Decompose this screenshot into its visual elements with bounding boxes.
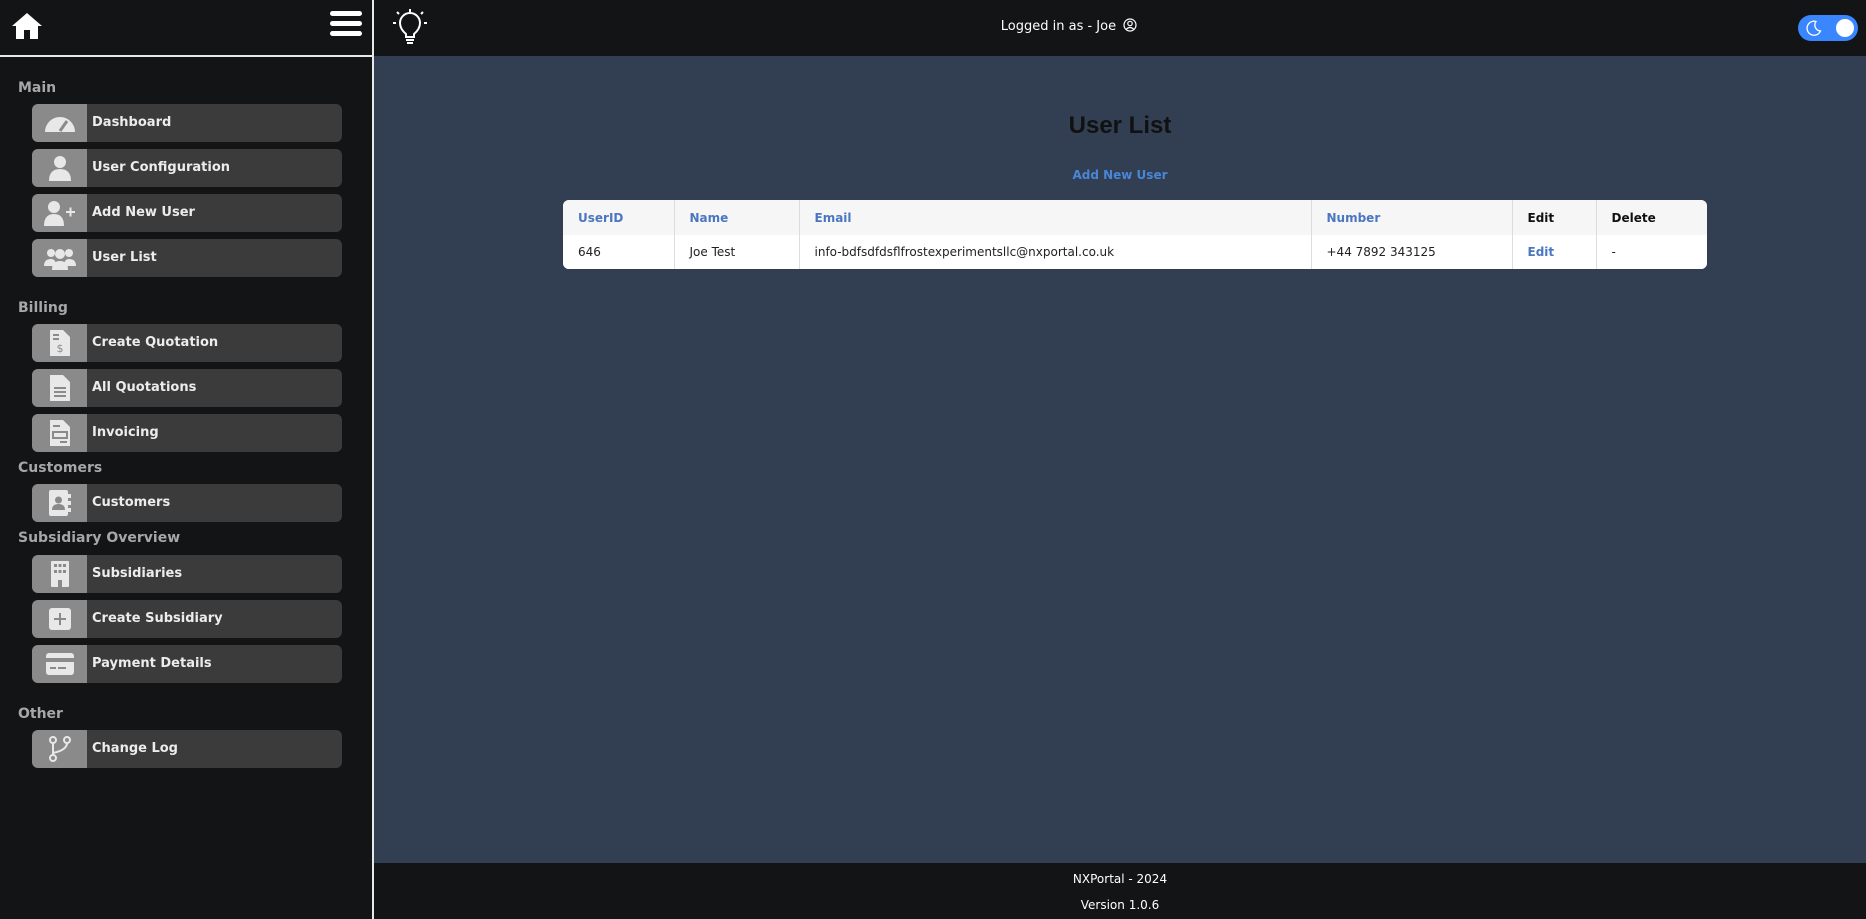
user-table: UserID Name Email Number Edit Delete 646… bbox=[563, 200, 1707, 269]
sidebar-item-label: Change Log bbox=[92, 741, 178, 756]
sidebar-item-label: Subsidiaries bbox=[92, 566, 183, 581]
sidebar: Main Dashboard User Configuration Add Ne… bbox=[0, 0, 374, 919]
sidebar-item-label: Invoicing bbox=[92, 425, 159, 440]
section-title-billing: Billing bbox=[18, 300, 68, 316]
header-delete: Delete bbox=[1611, 210, 1656, 225]
user-icon bbox=[32, 149, 87, 187]
sidebar-item-label: Dashboard bbox=[92, 115, 172, 130]
sidebar-item-dashboard[interactable]: Dashboard bbox=[32, 104, 342, 142]
sidebar-item-add-new-user[interactable]: Add New User bbox=[32, 194, 342, 232]
cell-number: +44 7892 343125 bbox=[1311, 235, 1513, 269]
home-icon[interactable] bbox=[11, 11, 43, 41]
add-new-user-link[interactable]: Add New User bbox=[374, 168, 1866, 182]
document-icon bbox=[32, 369, 87, 407]
header-edit: Edit bbox=[1512, 200, 1597, 235]
sidebar-item-label: Add New User bbox=[92, 205, 195, 220]
logged-in-status: Logged in as - Joe bbox=[374, 18, 1764, 34]
sidebar-item-label: All Quotations bbox=[92, 380, 197, 395]
credit-card-icon bbox=[32, 645, 87, 683]
cell-name: Joe Test bbox=[674, 235, 800, 269]
plus-square-icon bbox=[32, 600, 87, 638]
sidebar-item-customers[interactable]: Customers bbox=[32, 484, 342, 522]
header-userid[interactable]: UserID bbox=[563, 200, 675, 235]
sidebar-item-subsidiaries[interactable]: Subsidiaries bbox=[32, 555, 342, 593]
users-icon bbox=[32, 239, 87, 277]
invoice-icon bbox=[32, 414, 87, 452]
footer-version: Version 1.0.6 bbox=[1080, 898, 1160, 912]
sidebar-item-user-list[interactable]: User List bbox=[32, 239, 342, 277]
edit-link[interactable]: Edit bbox=[1512, 235, 1597, 269]
header-name[interactable]: Name bbox=[674, 200, 800, 235]
toggle-knob bbox=[1836, 19, 1854, 37]
page-title: User List bbox=[1068, 112, 1172, 139]
user-plus-icon bbox=[32, 194, 87, 232]
sidebar-item-change-log[interactable]: Change Log bbox=[32, 730, 342, 768]
cell-email: info-bdfsdfdsflfrostexperimentsllc@nxpor… bbox=[799, 235, 1312, 269]
hamburger-menu-icon[interactable] bbox=[330, 11, 362, 39]
header-number[interactable]: Number bbox=[1311, 200, 1513, 235]
section-title-customers: Customers bbox=[18, 460, 103, 476]
user-circle-icon[interactable] bbox=[1123, 18, 1137, 32]
sidebar-item-label: User List bbox=[92, 250, 157, 265]
top-bar: Logged in as - Joe bbox=[374, 0, 1866, 56]
cell-delete: - bbox=[1611, 245, 1616, 259]
sidebar-item-all-quotations[interactable]: All Quotations bbox=[32, 369, 342, 407]
logged-in-text: Logged in as - Joe bbox=[1000, 19, 1117, 34]
section-title-main: Main bbox=[18, 80, 57, 96]
address-book-icon bbox=[32, 484, 87, 522]
footer: NXPortal - 2024 Version 1.0.6 bbox=[374, 863, 1866, 919]
sidebar-item-create-quotation[interactable]: $ Create Quotation bbox=[32, 324, 342, 362]
sidebar-item-user-configuration[interactable]: User Configuration bbox=[32, 149, 342, 187]
sidebar-item-payment-details[interactable]: Payment Details bbox=[32, 645, 342, 683]
building-icon bbox=[32, 555, 87, 593]
footer-copyright: NXPortal - 2024 bbox=[1072, 872, 1168, 886]
sidebar-item-label: Payment Details bbox=[92, 656, 212, 671]
svg-text:$: $ bbox=[56, 342, 63, 355]
invoice-dollar-icon: $ bbox=[32, 324, 87, 362]
gauge-icon bbox=[32, 104, 87, 142]
moon-icon bbox=[1806, 20, 1822, 36]
sidebar-item-label: Customers bbox=[92, 495, 171, 510]
sidebar-item-create-subsidiary[interactable]: Create Subsidiary bbox=[32, 600, 342, 638]
sidebar-item-label: Create Subsidiary bbox=[92, 611, 223, 626]
code-branch-icon bbox=[32, 730, 87, 768]
section-title-subsidiary-overview: Subsidiary Overview bbox=[18, 530, 181, 546]
table-header-row: UserID Name Email Number Edit Delete bbox=[563, 200, 1707, 235]
header-email[interactable]: Email bbox=[799, 200, 1312, 235]
sidebar-item-label: User Configuration bbox=[92, 160, 231, 175]
sidebar-header bbox=[0, 0, 372, 57]
section-title-other: Other bbox=[18, 706, 63, 722]
sidebar-item-invoicing[interactable]: Invoicing bbox=[32, 414, 342, 452]
dark-mode-toggle[interactable] bbox=[1798, 15, 1858, 41]
table-row: 646 Joe Test info-bdfsdfdsflfrostexperim… bbox=[563, 235, 1707, 269]
sidebar-item-label: Create Quotation bbox=[92, 335, 219, 350]
cell-userid: 646 bbox=[563, 235, 675, 269]
